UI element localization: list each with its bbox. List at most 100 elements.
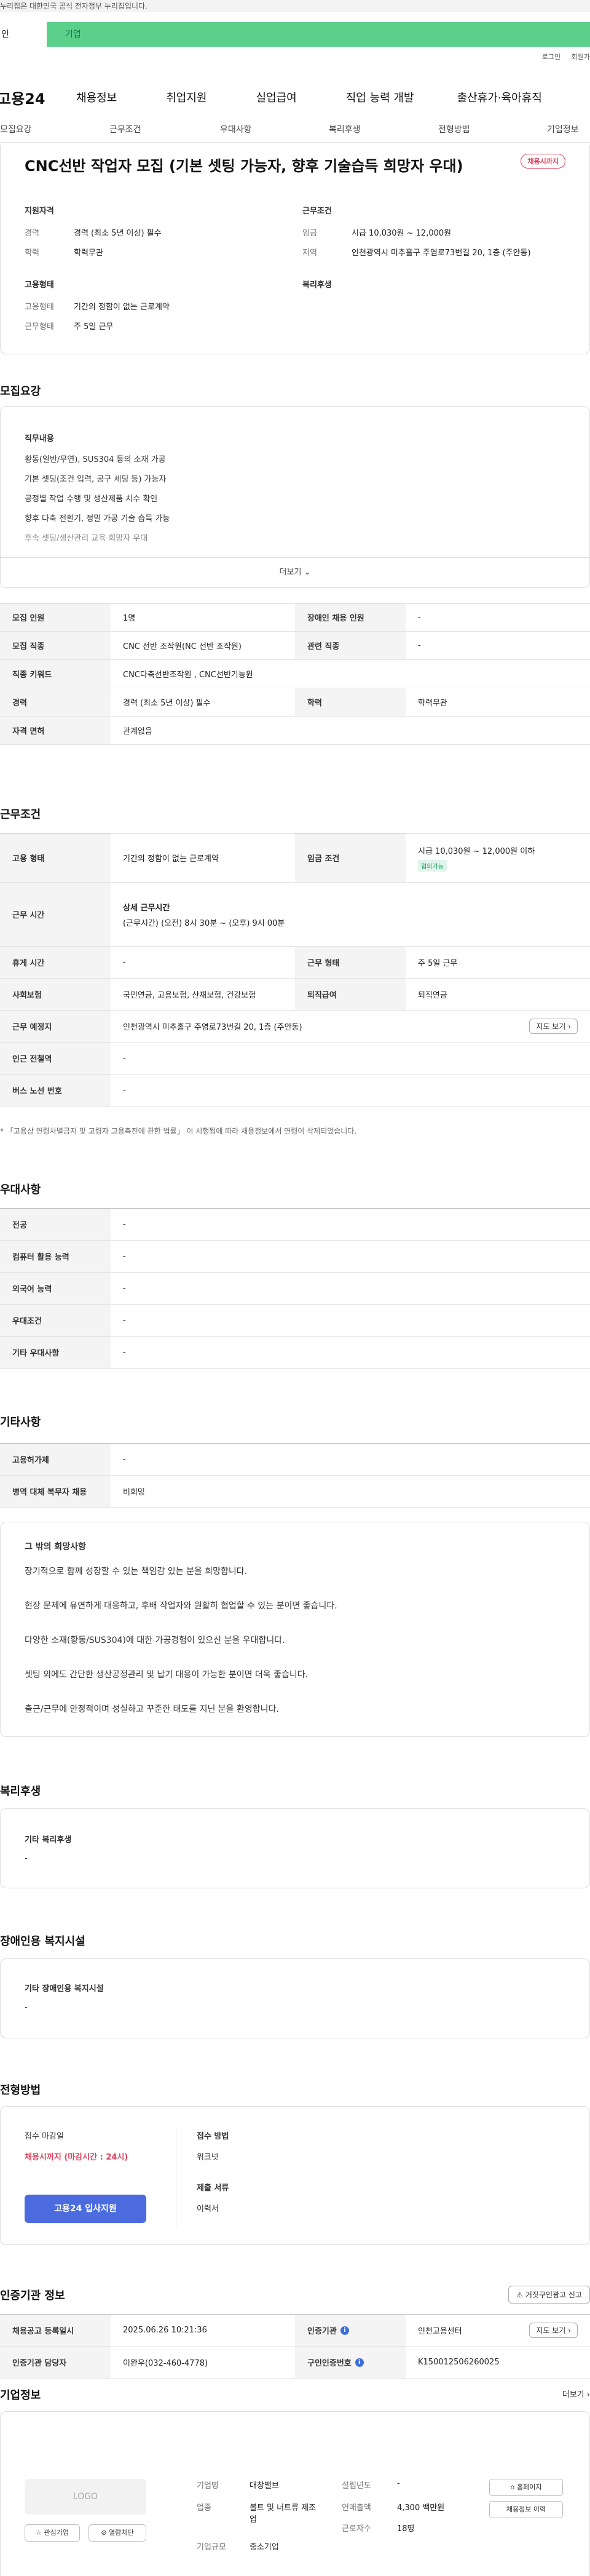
company-sales-field: 연매출액 4,300 백만원 [342, 2503, 445, 2513]
block-view-button[interactable]: ⊘ 열람차단 [88, 2524, 146, 2542]
docs-label: 제출 서류 [197, 2184, 229, 2193]
company-size-field: 기업규모 중소기업 [197, 2543, 279, 2552]
gnb-unemployment-benefit[interactable]: 실업급여 [256, 89, 297, 105]
table-row: 외국어 능력 - [0, 1273, 590, 1305]
tab-company[interactable]: 기업정보 [547, 123, 579, 135]
table-row: 근무 시간 상세 근무시간 (근무시간) (오전) 8시 30분 ~ (오후) … [0, 883, 590, 947]
home-icon: ⌂ [510, 2483, 515, 2491]
qualification-label: 지원자격 [25, 207, 54, 216]
etc-table: 고용허가제 - 병역 대체 복무자 채용 비희망 [0, 1443, 590, 1508]
table-row: 컴퓨터 활용 능력 - [0, 1241, 590, 1273]
table-row: 휴게 시간 - 근무 형태 주 5일 근무 [0, 947, 590, 979]
welfare-box-value: - [25, 1854, 28, 1863]
negotiable-badge: 협의가능 [418, 859, 447, 872]
table-row: 고용 형태 기간의 정함이 없는 근로계약 임금 조건 시급 10,030원 ~… [0, 833, 590, 883]
screening-section-title: 전형방법 [0, 2084, 41, 2097]
chevron-right-icon: › [568, 2326, 571, 2335]
deadline-label: 접수 마감일 [25, 2132, 64, 2141]
gov-notice-bar: 누리집은 대한민국 공식 전자정부 누리집입니다. [0, 0, 590, 12]
welfare-label: 복리후생 [302, 280, 332, 290]
segment-company[interactable]: 기업 [47, 22, 590, 47]
table-row: 버스 노선 번호 - [0, 1075, 590, 1107]
chevron-right-icon: › [568, 1022, 571, 1031]
company-name-field: 기업명 대창밸브 [197, 2481, 279, 2491]
career-field: 경력 경력 (최소 5년 이상) 필수 [25, 229, 162, 238]
wish-item: 셋팅 외에도 간단한 생산공정관리 및 납기 대응이 가능한 분이면 더욱 좋습… [25, 1670, 309, 1680]
info-icon[interactable]: i [355, 2358, 364, 2367]
company-industry-field: 업종 볼트 및 너트류 제조업 [197, 2503, 317, 2524]
signup-link[interactable]: 회원가 [572, 53, 590, 61]
company-employees-field: 근로자수 18명 [342, 2524, 415, 2534]
cert-section-title: 인증기관 정보 [0, 2289, 65, 2302]
tab-preferences[interactable]: 우대사항 [220, 123, 252, 135]
wage-value: 시급 10,030원 ~ 12,000원 이하 [418, 846, 535, 856]
job-history-button[interactable]: 채용정보 이력 [489, 2501, 563, 2518]
gnb-employment-support[interactable]: 취업지원 [166, 89, 206, 105]
info-icon[interactable]: i [340, 2326, 349, 2335]
login-link[interactable]: 로그인 [542, 53, 560, 61]
table-row: 고용허가제 - [0, 1444, 590, 1476]
table-row: 인증기관 담당자 이완우(032-460-4778) 구인인증번호 i K1500… [0, 2347, 590, 2379]
prefer-section-title: 우대사항 [0, 1183, 41, 1196]
table-row: 채용공고 등록일시 2025.06.26 10:21:36 인증기관 i 인천고용… [0, 2315, 590, 2347]
table-row: 사회보험 국민연금, 고용보험, 산재보험, 건강보험 퇴직급여 퇴직연금 [0, 979, 590, 1011]
duty-item: 공정별 작업 수행 및 생산제품 치수 확인 [25, 495, 158, 504]
table-row: 병역 대체 복무자 채용 비희망 [0, 1476, 590, 1508]
util-links: 로그인 회원가 [533, 52, 590, 62]
cert-table: 채용공고 등록일시 2025.06.26 10:21:36 인증기관 i 인천고용… [0, 2314, 590, 2379]
apply-button[interactable]: 고용24 입사지원 [25, 2195, 146, 2223]
wish-item: 현장 문제에 유연하게 대응하고, 후배 작업자와 원활히 협업할 수 있는 분… [25, 1601, 337, 1611]
disabled-box-value: - [25, 2003, 28, 2012]
cert-map-button[interactable]: 지도 보기 › [529, 2323, 578, 2338]
docs-value: 이력서 [197, 2204, 219, 2214]
chevron-right-icon: › [586, 2390, 590, 2399]
site-logo[interactable]: 고용24 [0, 87, 59, 108]
favorite-company-button[interactable]: ☆ 관심기업 [25, 2524, 80, 2542]
gnb-jobs[interactable]: 채용정보 [76, 89, 117, 105]
star-icon: ☆ [36, 2529, 42, 2537]
report-ad-button[interactable]: ⚠ 거짓구인광고 신고 [508, 2286, 590, 2304]
global-nav: 고용24 채용정보 취업지원 실업급여 직업 능력 개발 출산휴가·육아휴직 [0, 85, 590, 109]
work-form-field: 근무형태 주 5일 근무 [25, 322, 114, 332]
user-type-toggle: 인 기업 [0, 22, 590, 47]
disabled-card [0, 1958, 590, 2038]
company-logo: LOGO [25, 2479, 146, 2514]
job-title: CNC선반 작업자 모집 (기본 셋팅 가능자, 향후 기술습득 희망자 우대) [25, 157, 463, 175]
disabled-box-title: 기타 장애인용 복지시설 [25, 1984, 104, 1994]
work-label: 근무조건 [302, 207, 332, 216]
welfare-section-title: 복리후생 [0, 1785, 41, 1798]
wish-item: 장기적으로 함께 성장할 수 있는 책임감 있는 분을 희망합니다. [25, 1567, 248, 1576]
company-section-title: 기업정보 [0, 2389, 41, 2402]
wish-title: 그 밖의 희망사항 [25, 1542, 86, 1552]
method-label: 접수 방법 [197, 2132, 229, 2141]
duty-more-button[interactable]: 더보기 ⌄ [0, 557, 590, 587]
status-badge: 채용시까지 [521, 154, 565, 169]
gnb-skills[interactable]: 직업 능력 개발 [346, 89, 414, 105]
disabled-section-title: 장애인용 복지시설 [0, 1935, 85, 1948]
age-notice: * 「고용상 연령차별금지 및 고령자 고용촉진에 관한 법률」 이 시행됨에 … [0, 1127, 357, 1135]
wish-item: 출근/근무에 안정적이며 성실하고 꾸준한 태도를 지닌 분을 환영합니다. [25, 1704, 279, 1714]
table-row: 기타 우대사항 - [0, 1337, 590, 1369]
company-year-field: 설립년도 - [342, 2479, 400, 2491]
block-icon: ⊘ [101, 2529, 107, 2537]
duty-label: 직무내용 [25, 434, 54, 443]
welfare-box-title: 기타 복리후생 [25, 1835, 72, 1845]
homepage-button[interactable]: ⌂ 홈페이지 [489, 2479, 563, 2496]
tab-work-conditions[interactable]: 근무조건 [109, 123, 141, 135]
deadline-value: 채용시까지 (마감시간 : 24시) [25, 2153, 128, 2162]
tab-screening[interactable]: 전형방법 [438, 123, 470, 135]
duty-item: 황동(일반/무연), SUS304 등의 소재 가공 [25, 455, 166, 464]
table-row: 자격 면허 관계없음 [0, 717, 590, 745]
screening-card [0, 2106, 590, 2245]
map-view-button[interactable]: 지도 보기 › [529, 1019, 578, 1034]
recruit-table: 모집 인원 1명 장애인 채용 인원 - 모집 직종 CNC 선반 조작원(NC… [0, 603, 590, 745]
gnb-parental-leave[interactable]: 출산휴가·육아휴직 [457, 89, 542, 105]
segment-personal[interactable]: 인 [0, 22, 47, 47]
company-more-link[interactable]: 더보기 › [562, 2388, 590, 2399]
work-section-title: 근무조건 [0, 808, 41, 821]
job-detail-tabs: 모집요강 근무조건 우대사항 복리후생 전형방법 기업정보 [0, 123, 590, 143]
duty-item: 기본 셋팅(조건 입력, 공구 세팅 등) 가능자 [25, 475, 167, 484]
tab-welfare[interactable]: 복리후생 [329, 123, 361, 135]
table-row: 전공 - [0, 1209, 590, 1241]
tab-recruit[interactable]: 모집요강 [0, 123, 32, 135]
